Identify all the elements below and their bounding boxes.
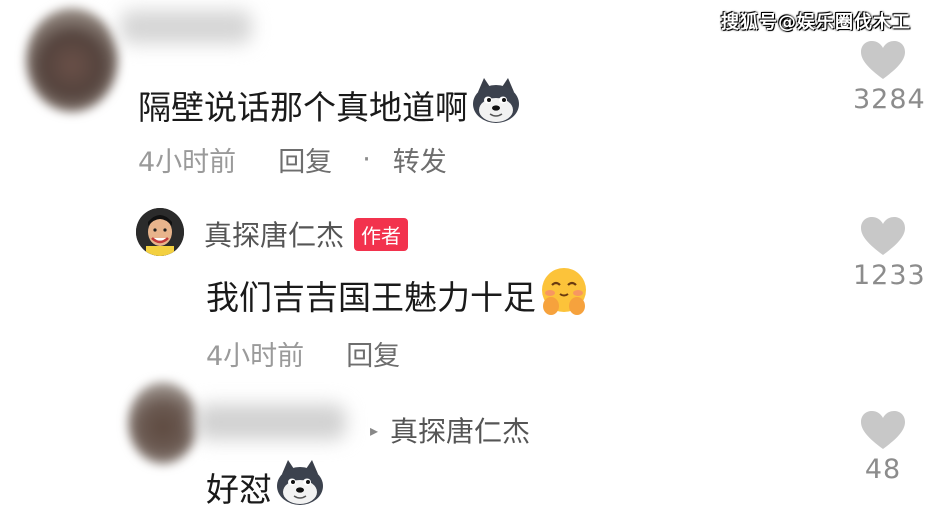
like-count: 48 bbox=[864, 454, 902, 485]
author-badge: 作者 bbox=[354, 217, 409, 251]
timestamp: 4小时前 bbox=[138, 147, 237, 178]
avatar[interactable] bbox=[128, 382, 198, 464]
watermark: 搜狐号@娱乐圈伐木工 bbox=[721, 12, 911, 33]
comment-text: 好怼 bbox=[206, 460, 326, 514]
comment-text: 隔壁说话那个真地道啊 bbox=[138, 78, 522, 132]
like-button[interactable]: 3284 bbox=[853, 40, 926, 115]
heart-icon bbox=[861, 217, 905, 255]
comment-body: 好怼 bbox=[206, 470, 272, 509]
heart-icon bbox=[861, 41, 905, 79]
timestamp: 4小时前 bbox=[206, 341, 305, 372]
like-button[interactable]: 1233 bbox=[853, 216, 926, 291]
username-blurred[interactable] bbox=[196, 404, 346, 440]
doge-emoji bbox=[274, 460, 326, 514]
separator-dot: · bbox=[362, 144, 371, 175]
author-avatar[interactable] bbox=[136, 208, 184, 256]
comment-body: 隔壁说话那个真地道啊 bbox=[138, 88, 468, 127]
author-row: 真探唐仁杰 作者 bbox=[204, 214, 409, 254]
like-count: 3284 bbox=[853, 84, 926, 115]
comment-text: 我们吉吉国王魅力十足 bbox=[206, 266, 590, 324]
username-blurred[interactable] bbox=[120, 10, 252, 44]
comment-body: 我们吉吉国王魅力十足 bbox=[206, 278, 536, 317]
reply-target: ▸ 真探唐仁杰 bbox=[370, 410, 530, 450]
reply-button[interactable]: 回复 bbox=[278, 140, 332, 179]
author-name[interactable]: 真探唐仁杰 bbox=[204, 214, 344, 254]
doge-emoji bbox=[470, 78, 522, 132]
avatar[interactable] bbox=[26, 8, 118, 112]
heart-icon bbox=[861, 411, 905, 449]
comment-meta: 4小时前 回复 · 转发 bbox=[138, 140, 447, 179]
reply-arrow-icon: ▸ bbox=[370, 420, 379, 440]
like-count: 1233 bbox=[853, 260, 926, 291]
comment-meta: 4小时前 回复 bbox=[206, 334, 400, 373]
like-button[interactable]: 48 bbox=[853, 410, 913, 485]
reply-button[interactable]: 回复 bbox=[346, 334, 400, 373]
forward-button[interactable]: 转发 bbox=[393, 140, 447, 179]
reply-to-name[interactable]: 真探唐仁杰 bbox=[390, 410, 530, 450]
blush-hands-emoji bbox=[538, 266, 590, 324]
